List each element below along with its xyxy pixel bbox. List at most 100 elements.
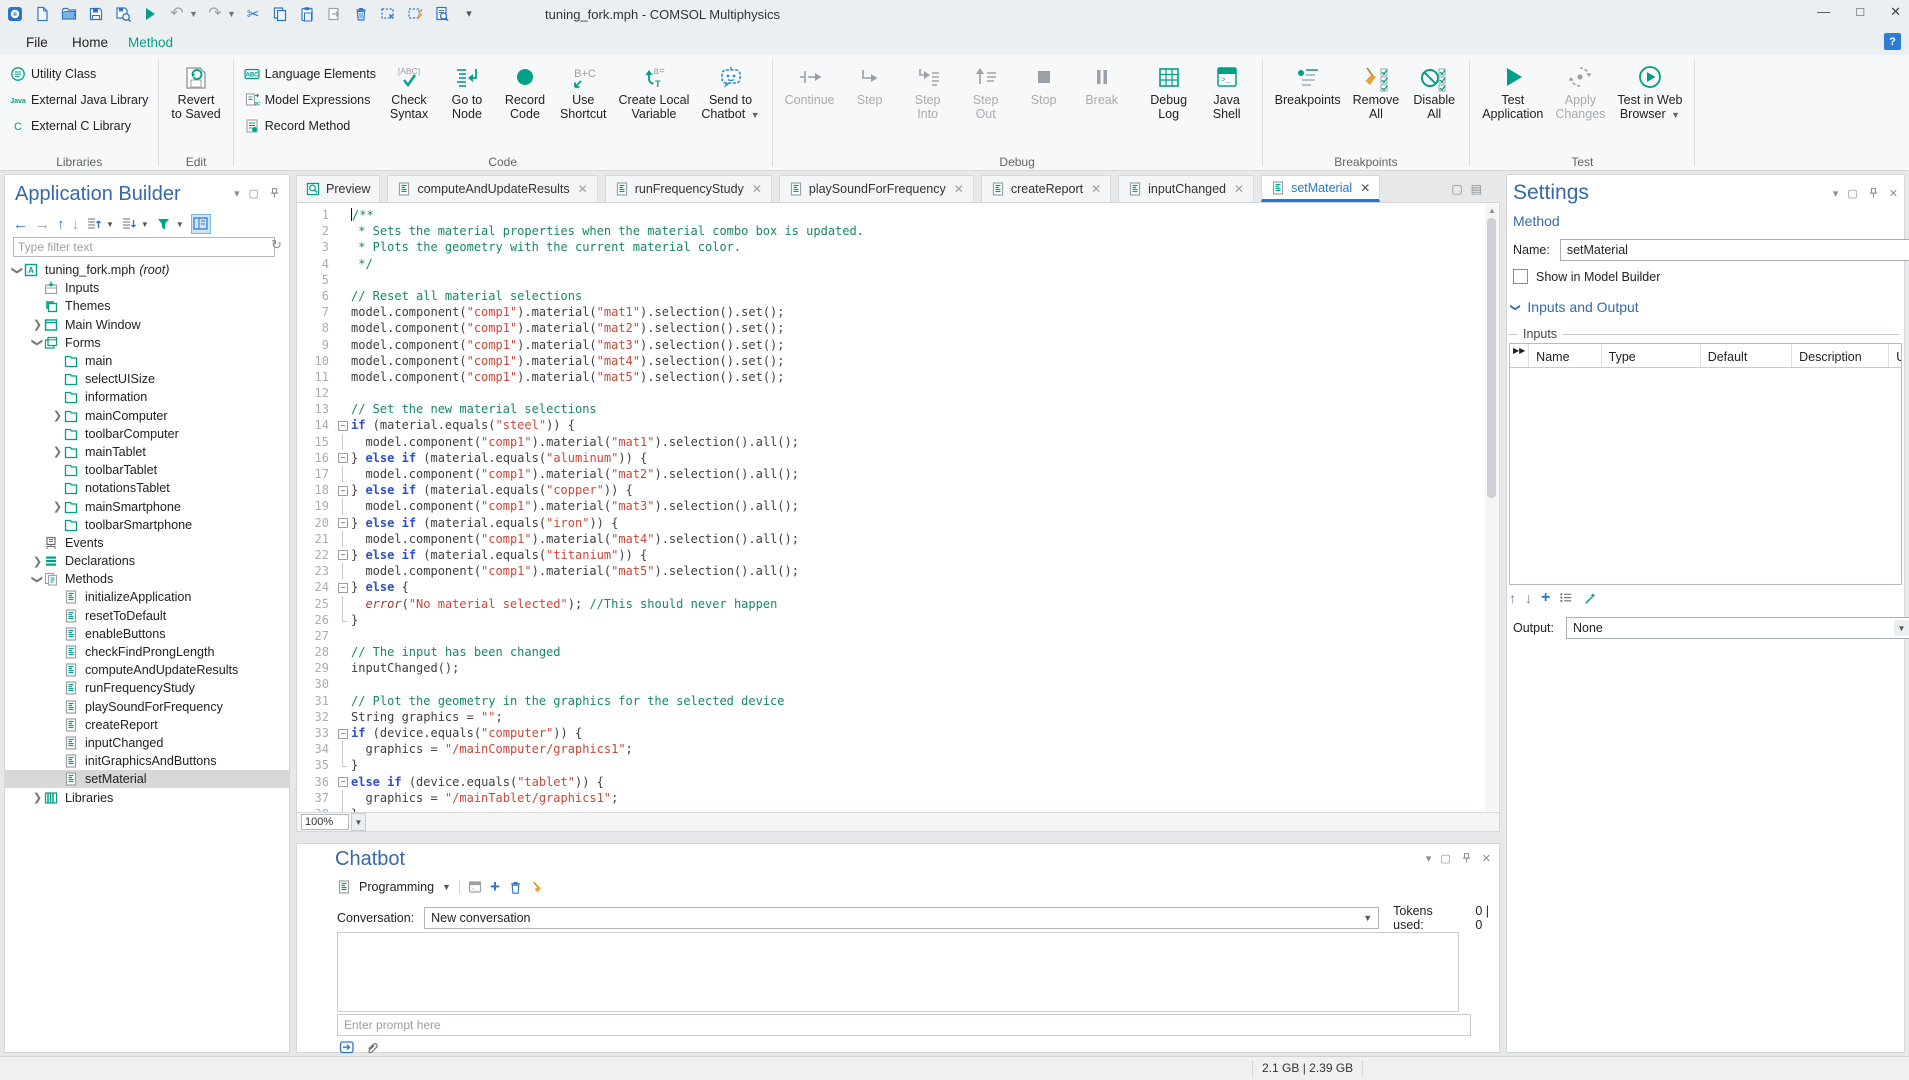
undo-icon[interactable]: ↶ bbox=[168, 5, 186, 23]
tree-item-toolbarComputer[interactable]: toolbarComputer bbox=[5, 425, 289, 443]
paste-icon[interactable] bbox=[298, 5, 316, 23]
close-tab-icon[interactable]: ✕ bbox=[954, 182, 964, 196]
code-line[interactable]: 1/** bbox=[297, 207, 1485, 223]
fold-toggle-icon[interactable]: − bbox=[335, 482, 351, 498]
select-box-icon[interactable] bbox=[379, 5, 397, 23]
pin-panel-icon[interactable] bbox=[1460, 852, 1473, 865]
fold-toggle-icon[interactable]: − bbox=[335, 417, 351, 433]
scrollbar-thumb[interactable] bbox=[1487, 218, 1496, 498]
code-line[interactable]: 6// Reset all material selections bbox=[297, 288, 1485, 304]
collapse-panel-icon[interactable]: ▾ bbox=[1426, 852, 1432, 865]
open-icon[interactable] bbox=[60, 5, 78, 23]
show-details-icon[interactable] bbox=[191, 214, 211, 234]
tree-item-enableButtons[interactable]: enableButtons bbox=[5, 625, 289, 643]
maximize-editor-icon[interactable]: ▢ bbox=[1451, 182, 1462, 196]
dropdown-icon[interactable]: ▼ bbox=[176, 220, 184, 229]
send-to-chatbot-button[interactable]: Send toChatbot ▼ bbox=[695, 59, 765, 122]
redo-icon[interactable]: ↷ bbox=[206, 5, 224, 23]
prompt-input[interactable]: Enter prompt here bbox=[337, 1014, 1471, 1036]
tab-playSoundForFrequency[interactable]: playSoundForFrequency✕ bbox=[779, 175, 974, 202]
go-to-node-button[interactable]: Go toNode bbox=[438, 59, 496, 121]
delete-conversation-icon[interactable] bbox=[508, 880, 523, 895]
dropdown-icon[interactable]: ▼ bbox=[106, 220, 114, 229]
play-icon[interactable] bbox=[141, 5, 159, 23]
tree-item-resetToDefault[interactable]: resetToDefault bbox=[5, 607, 289, 625]
tree-item-createReport[interactable]: createReport bbox=[5, 716, 289, 734]
tree-item-computeAndUpdateResults[interactable]: computeAndUpdateResults bbox=[5, 661, 289, 679]
brush-select-icon[interactable] bbox=[406, 5, 424, 23]
external-c-library-button[interactable]: CExternal C Library bbox=[6, 115, 152, 137]
tree-item-mainTablet[interactable]: ❯mainTablet bbox=[5, 443, 289, 461]
code-line[interactable]: 34 graphics = "/mainComputer/graphics1"; bbox=[297, 741, 1485, 757]
save-find-icon[interactable] bbox=[114, 5, 132, 23]
fold-toggle-icon[interactable]: − bbox=[335, 579, 351, 595]
tree-item-Inputs[interactable]: Inputs bbox=[5, 279, 289, 297]
expand-list-icon[interactable] bbox=[86, 216, 102, 232]
collapse-list-icon[interactable] bbox=[121, 216, 137, 232]
close-tab-icon[interactable]: ✕ bbox=[1091, 182, 1101, 196]
show-in-model-builder-checkbox[interactable] bbox=[1513, 269, 1528, 284]
tab-runFrequencyStudy[interactable]: runFrequencyStudy✕ bbox=[605, 175, 772, 202]
editor-menu-icon[interactable]: ▤ bbox=[1471, 182, 1482, 196]
external-java-library-button[interactable]: JavaExternal Java Library bbox=[6, 89, 152, 111]
code-line[interactable]: 14−if (material.equals("steel")) { bbox=[297, 417, 1485, 433]
save-icon[interactable] bbox=[87, 5, 105, 23]
code-line[interactable]: 37 graphics = "/mainTablet/graphics1"; bbox=[297, 790, 1485, 806]
code-line[interactable]: 11model.component("comp1").material("mat… bbox=[297, 369, 1485, 385]
tree-item-Libraries[interactable]: ❯Libraries bbox=[5, 788, 289, 806]
collapse-panel-icon[interactable]: ▾ bbox=[234, 187, 240, 200]
code-line[interactable]: 22−} else if (material.equals("titanium"… bbox=[297, 547, 1485, 563]
new-file-icon[interactable] bbox=[33, 5, 51, 23]
tree-item-initGraphicsAndButtons[interactable]: initGraphicsAndButtons bbox=[5, 752, 289, 770]
code-line[interactable]: 26} bbox=[297, 612, 1485, 628]
tree-item-initializeApplication[interactable]: initializeApplication bbox=[5, 588, 289, 606]
delete-icon[interactable] bbox=[352, 5, 370, 23]
toolbar-options-icon[interactable]: ▾ bbox=[460, 5, 478, 23]
code-line[interactable]: 2 * Sets the material properties when th… bbox=[297, 223, 1485, 239]
code-line[interactable]: 21 model.component("comp1").material("ma… bbox=[297, 531, 1485, 547]
code-line[interactable]: 12 bbox=[297, 385, 1485, 401]
pin-panel-icon[interactable] bbox=[1867, 187, 1880, 200]
tree-item-information[interactable]: information bbox=[5, 388, 289, 406]
code-line[interactable]: 24−} else { bbox=[297, 579, 1485, 595]
pin-panel-icon[interactable] bbox=[268, 187, 281, 200]
tree-item-toolbarSmartphone[interactable]: toolbarSmartphone bbox=[5, 516, 289, 534]
tab-Preview[interactable]: Preview bbox=[296, 175, 380, 202]
tree-chevron-icon[interactable]: ❯ bbox=[31, 336, 44, 349]
close-tab-icon[interactable]: ✕ bbox=[578, 182, 588, 196]
conversation-select[interactable]: New conversation ▼ bbox=[424, 907, 1379, 929]
debug-log-button[interactable]: DebugLog bbox=[1140, 59, 1198, 121]
app-logo-icon[interactable] bbox=[6, 5, 24, 23]
tree-item-toolbarTablet[interactable]: toolbarTablet bbox=[5, 461, 289, 479]
code-line[interactable]: 7model.component("comp1").material("mat1… bbox=[297, 304, 1485, 320]
help-icon[interactable]: ? bbox=[1884, 33, 1901, 50]
close-icon[interactable]: ✕ bbox=[1890, 4, 1901, 20]
code-line[interactable]: 17 model.component("comp1").material("ma… bbox=[297, 466, 1485, 482]
code-area[interactable]: 1/**2 * Sets the material properties whe… bbox=[297, 207, 1485, 813]
tree-item-Declarations[interactable]: ❯Declarations bbox=[5, 552, 289, 570]
code-line[interactable]: 30 bbox=[297, 676, 1485, 692]
tree-chevron-icon[interactable]: ❯ bbox=[31, 791, 44, 804]
close-tab-icon[interactable]: ✕ bbox=[752, 182, 762, 196]
tree-item-main[interactable]: main bbox=[5, 352, 289, 370]
code-line[interactable]: 28// The input has been changed bbox=[297, 644, 1485, 660]
clear-conversation-icon[interactable] bbox=[531, 880, 546, 895]
tab-inputChanged[interactable]: inputChanged✕ bbox=[1118, 175, 1254, 202]
code-line[interactable]: 35} bbox=[297, 757, 1485, 773]
add-input-icon[interactable]: + bbox=[1541, 589, 1550, 607]
move-up-arrow-icon[interactable]: ↑ bbox=[57, 217, 65, 232]
tree-item-tuning_fork.mph[interactable]: ❯Atuning_fork.mph(root) bbox=[5, 261, 289, 279]
copy-icon[interactable] bbox=[271, 5, 289, 23]
collapse-panel-icon[interactable]: ▾ bbox=[1833, 187, 1839, 200]
tree-chevron-icon[interactable]: ❯ bbox=[31, 318, 44, 331]
forward-arrow-icon[interactable]: → bbox=[35, 217, 50, 232]
fold-toggle-icon[interactable]: − bbox=[335, 450, 351, 466]
tree-item-Methods[interactable]: ❯Methods bbox=[5, 570, 289, 588]
code-line[interactable]: 32String graphics = ""; bbox=[297, 709, 1485, 725]
name-field[interactable]: setMaterial bbox=[1560, 239, 1909, 261]
new-conversation-icon[interactable]: + bbox=[490, 877, 500, 897]
code-editor[interactable]: 1/**2 * Sets the material properties whe… bbox=[296, 202, 1500, 832]
close-tab-icon[interactable]: ✕ bbox=[1360, 181, 1370, 195]
test-in-web-browser-button[interactable]: Test in WebBrowser ▼ bbox=[1611, 59, 1688, 122]
fold-toggle-icon[interactable]: − bbox=[335, 725, 351, 741]
